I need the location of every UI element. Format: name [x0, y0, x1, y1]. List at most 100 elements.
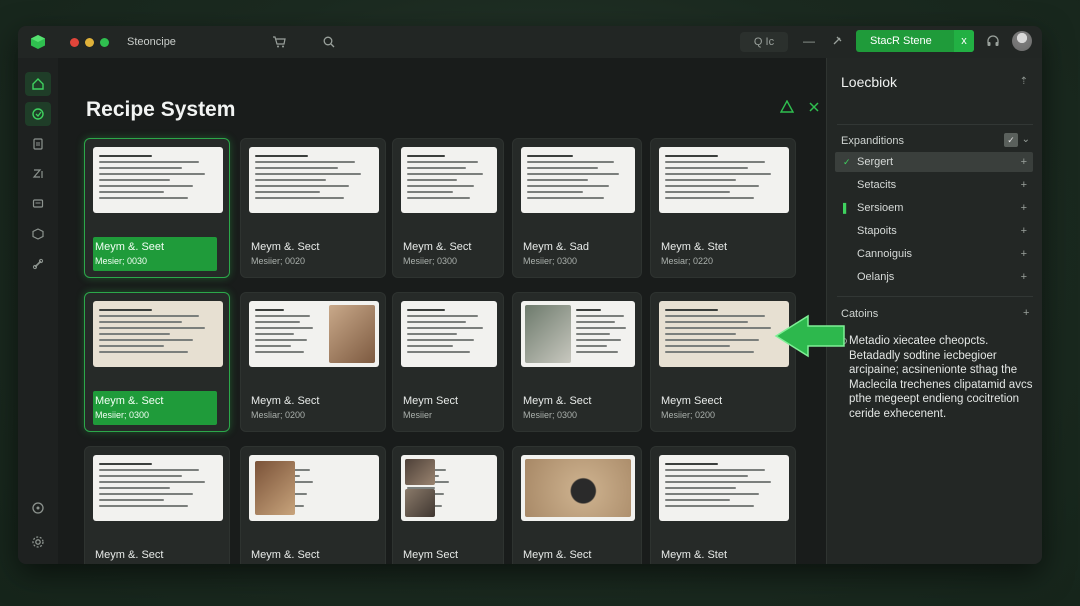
- expand-icon[interactable]: ⇡: [1020, 76, 1028, 87]
- panel-item-icon: ▌: [843, 203, 850, 213]
- recipe-card[interactable]: Meym &. SectMesiier; C201: [512, 446, 642, 564]
- add-icon[interactable]: +: [1021, 156, 1027, 168]
- section-expanditions-header: Expanditions: [841, 135, 904, 147]
- search-icon[interactable]: [320, 33, 338, 51]
- close-window-button[interactable]: [70, 37, 79, 47]
- add-icon[interactable]: +: [1021, 225, 1027, 237]
- home-icon[interactable]: [25, 72, 51, 96]
- recipe-card-meta: Mesiier; 0300: [95, 410, 150, 420]
- recipe-card-title: Meym &. Seet: [95, 241, 165, 253]
- recipe-thumbnail: [93, 455, 223, 521]
- headset-icon[interactable]: [984, 32, 1002, 50]
- help-icon[interactable]: [25, 496, 51, 520]
- recipe-thumbnail: [401, 455, 497, 521]
- food-photo: [405, 489, 435, 517]
- document-icon[interactable]: [25, 132, 51, 156]
- recipe-card[interactable]: Meym &. SectMesiier; 0200: [84, 446, 230, 564]
- recipe-thumbnail: [521, 455, 635, 521]
- add-icon[interactable]: +: [1021, 248, 1027, 260]
- recipe-card[interactable]: Meym &. Sect Mesiier; 0300: [392, 138, 504, 278]
- app-name: Steoncipe: [127, 36, 176, 48]
- recipe-card[interactable]: Meym &. Sect Mesiier; 0300: [84, 292, 230, 432]
- add-icon[interactable]: +: [1021, 202, 1027, 214]
- search-shortcut-button[interactable]: Q Ic: [740, 32, 788, 52]
- recipe-card[interactable]: Meym Sect Mesiier: [392, 292, 504, 432]
- panel-item-label: Stapoits: [857, 225, 897, 237]
- sort-icon[interactable]: [25, 162, 51, 186]
- food-photo: [255, 461, 295, 515]
- message-icon[interactable]: [25, 192, 51, 216]
- panel-item[interactable]: Setacits +: [835, 175, 1033, 195]
- recipe-thumbnail: [521, 147, 635, 213]
- recipe-thumbnail: [401, 147, 497, 213]
- recipe-card[interactable]: Meym &. Sect Mesiier; 0020: [240, 138, 386, 278]
- minus-icon[interactable]: —: [800, 32, 818, 50]
- panel-item-label: Sersioem: [857, 202, 904, 214]
- recipe-card[interactable]: Meym SectMesiier; 0200: [392, 446, 504, 564]
- add-icon[interactable]: +: [1021, 179, 1027, 191]
- close-icon[interactable]: [808, 100, 820, 116]
- panel-item[interactable]: ✓ Sergert +: [835, 152, 1033, 172]
- recipe-card-title: Meym &. Sad: [523, 241, 590, 253]
- recipe-card-title: Meym &. Stet: [661, 549, 728, 561]
- primary-action-button[interactable]: StacR Stene x: [856, 30, 974, 52]
- recipe-card-title: Meym &. Sect: [251, 395, 320, 407]
- caption-text: Metadio xiecatee cheopcts. Betadadly sod…: [849, 335, 1033, 420]
- recipe-card[interactable]: Meym &. Sad Mesiier; 0300: [512, 138, 642, 278]
- recipe-card-title: Meym Sect: [403, 549, 459, 561]
- add-icon[interactable]: +: [1021, 271, 1027, 283]
- recipe-thumbnail: [249, 455, 379, 521]
- recipe-card-meta: Mesiier: [403, 410, 433, 420]
- panel-item[interactable]: Oelanjs +: [835, 267, 1033, 287]
- recipe-card-meta: Mesiier; 0020: [251, 256, 306, 266]
- divider: [837, 124, 1033, 125]
- recipe-card-title: Meym &. Sect: [523, 549, 592, 561]
- panel-item-icon: ✓: [843, 156, 851, 167]
- alert-icon[interactable]: [779, 99, 795, 116]
- recipe-thumbnail: [659, 301, 789, 367]
- window-controls: [70, 37, 109, 47]
- page-title: Recipe System: [86, 98, 236, 121]
- maximize-window-button[interactable]: [100, 37, 109, 47]
- recipe-card[interactable]: Meym &. Sect Mesiier; 0300: [512, 292, 642, 432]
- panel-item-label: Cannoiguis: [857, 248, 913, 260]
- link-icon[interactable]: [25, 252, 51, 276]
- recipe-card[interactable]: Meym &. SectMesiier; 0000: [240, 446, 386, 564]
- food-photo: [525, 305, 571, 363]
- cube-logo-icon: [28, 32, 48, 52]
- recipe-card[interactable]: Meym &. Seet Mesier; 0030: [84, 138, 230, 278]
- panel-item-label: Sergert: [857, 156, 894, 168]
- box-icon[interactable]: [25, 222, 51, 246]
- panel-item-label: Setacits: [857, 179, 897, 191]
- recipe-card-title: Meym Seect: [661, 395, 723, 407]
- pin-icon[interactable]: [828, 32, 846, 50]
- panel-item[interactable]: ▌ Sersioem +: [835, 198, 1033, 218]
- recipe-card-title: Meym &. Stet: [661, 241, 728, 253]
- panel-item[interactable]: Cannoiguis +: [835, 244, 1033, 264]
- recipe-card[interactable]: Meym &. Sect Mesliar; 0200: [240, 292, 386, 432]
- section-add-icon[interactable]: +: [1023, 303, 1035, 323]
- recipe-card-title: Meym &. Sect: [403, 241, 472, 253]
- recipe-thumbnail: [93, 301, 223, 367]
- chevron-down-icon[interactable]: ⌄: [1022, 134, 1030, 145]
- settings-gear-icon[interactable]: [25, 530, 51, 554]
- cart-icon[interactable]: [270, 33, 288, 51]
- recipe-thumbnail: [659, 455, 789, 521]
- primary-action-close-icon[interactable]: x: [954, 30, 974, 52]
- recipe-card-title: Meym &. Sect: [95, 549, 164, 561]
- recipe-card[interactable]: Meym &. StetMesiier; 0200: [650, 446, 796, 564]
- minimize-window-button[interactable]: [85, 37, 94, 47]
- primary-action-label: StacR Stene: [870, 35, 932, 47]
- user-avatar[interactable]: [1012, 31, 1032, 51]
- food-photo: [329, 305, 375, 363]
- section-checkbox[interactable]: ✓: [1004, 133, 1018, 147]
- main-actions: [779, 99, 820, 116]
- recipe-thumbnail: [521, 301, 635, 367]
- recipe-card[interactable]: Meym &. Stet Mesiar; 0220: [650, 138, 796, 278]
- recipe-card-meta: Mesiier; 0300: [523, 256, 578, 266]
- recipes-icon[interactable]: [25, 102, 51, 126]
- recipe-thumbnail: [249, 147, 379, 213]
- recipe-card-title: Meym &. Sect: [251, 241, 320, 253]
- panel-item[interactable]: Stapoits +: [835, 221, 1033, 241]
- food-photo: [405, 459, 435, 485]
